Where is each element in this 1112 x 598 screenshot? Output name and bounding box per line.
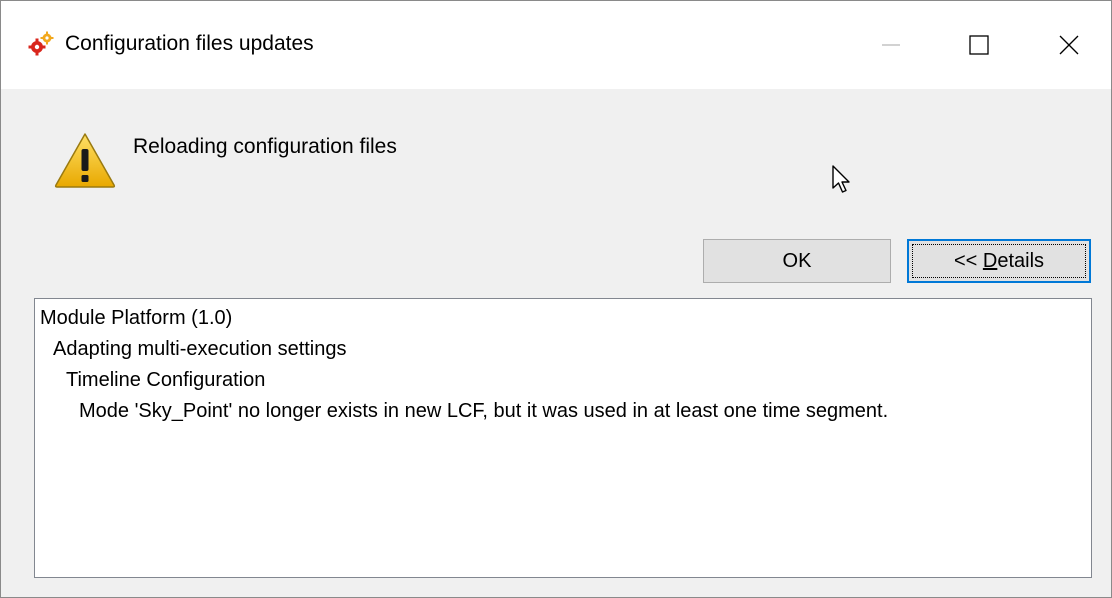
- details-toggle-button[interactable]: << Details: [907, 239, 1091, 283]
- details-text-area[interactable]: Module Platform (1.0) Adapting multi-exe…: [34, 298, 1092, 578]
- maximize-icon: [969, 35, 989, 55]
- focus-ring: [912, 244, 1086, 278]
- ok-button-label: OK: [782, 249, 812, 272]
- maximize-button[interactable]: [937, 1, 1021, 89]
- minimize-button[interactable]: [849, 1, 933, 89]
- gears-app-icon: [28, 31, 54, 56]
- details-line: Timeline Configuration: [66, 369, 266, 391]
- details-line: Mode 'Sky_Point' no longer exists in new…: [79, 400, 889, 422]
- title-bar[interactable]: Configuration files updates: [1, 1, 1111, 89]
- close-icon: [1059, 35, 1079, 55]
- mouse-cursor-icon: [832, 165, 850, 193]
- details-line: Module Platform (1.0): [40, 307, 233, 329]
- dialog-window: Configuration files updates Reloading co…: [0, 0, 1112, 598]
- close-button[interactable]: [1027, 1, 1111, 89]
- warning-icon: [54, 133, 116, 188]
- dialog-message: Reloading configuration files: [133, 135, 397, 158]
- minimize-icon: [882, 44, 900, 46]
- window-title: Configuration files updates: [65, 32, 314, 55]
- dialog-body: Reloading configuration files OK << Deta…: [1, 89, 1111, 597]
- ok-button[interactable]: OK: [703, 239, 891, 283]
- details-line: Adapting multi-execution settings: [53, 338, 347, 360]
